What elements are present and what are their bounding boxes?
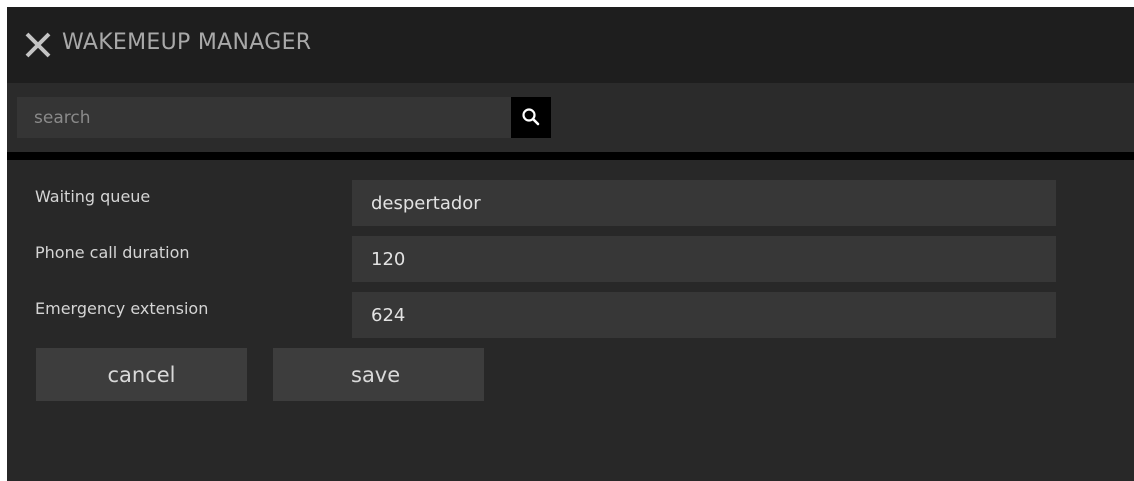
close-icon[interactable] xyxy=(24,31,52,59)
search-button[interactable] xyxy=(511,97,551,138)
save-button[interactable]: save xyxy=(273,348,484,401)
waiting-queue-field[interactable] xyxy=(352,180,1056,226)
emergency-extension-field[interactable] xyxy=(352,292,1056,338)
phone-call-duration-label: Phone call duration xyxy=(35,243,190,262)
window-title: WAKEMEUP MANAGER xyxy=(62,30,312,55)
waiting-queue-label: Waiting queue xyxy=(35,187,151,206)
search-input[interactable] xyxy=(17,97,511,138)
phone-call-duration-field[interactable] xyxy=(352,236,1056,282)
search-bar xyxy=(7,83,1134,152)
close-icon-glyph xyxy=(25,32,51,58)
title-bar: WAKEMEUP MANAGER xyxy=(7,7,1134,83)
cancel-button[interactable]: cancel xyxy=(36,348,247,401)
emergency-extension-label: Emergency extension xyxy=(35,299,209,318)
search-icon xyxy=(522,108,540,126)
section-divider xyxy=(7,152,1134,160)
wakemeup-manager-window: WAKEMEUP MANAGER Waiting queue Phone cal… xyxy=(7,7,1134,481)
